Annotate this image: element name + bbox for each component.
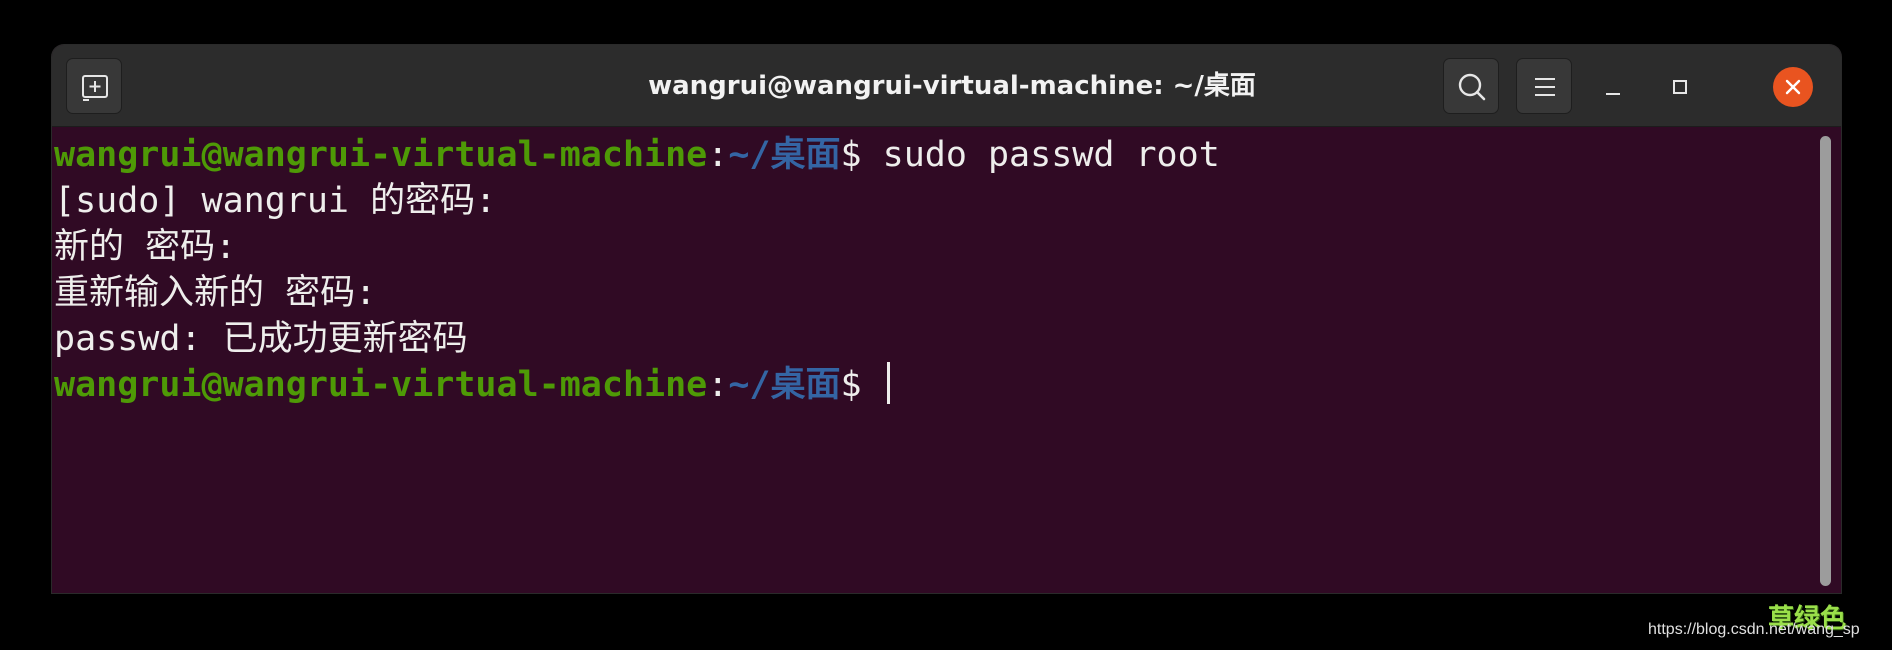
prompt-symbol: $ [840,365,883,405]
close-icon [1773,67,1813,107]
output-line: 重新输入新的 密码: [54,273,377,313]
watermark-url: https://blog.csdn.net/wang_sp [1648,621,1860,638]
prompt-user: wangrui@wangrui-virtual-machine [54,365,708,405]
prompt-line: wangrui@wangrui-virtual-machine:~/桌面$ su… [54,132,1220,178]
maximize-button[interactable] [1660,67,1700,107]
output-line: [sudo] wangrui 的密码: [54,181,497,221]
terminal-window: wangrui@wangrui-virtual-machine: ~/桌面 wa… [52,45,1841,593]
command-text: sudo passwd root [882,135,1220,175]
search-icon [1458,73,1486,101]
output-line: 新的 密码: [54,227,237,267]
output-line: passwd: 已成功更新密码 [54,319,468,359]
minimize-button[interactable] [1593,67,1633,107]
prompt-line: wangrui@wangrui-virtual-machine:~/桌面$ [54,362,890,408]
hamburger-menu-icon [1535,78,1555,96]
prompt-symbol: $ [840,135,883,175]
search-button[interactable] [1443,58,1499,114]
maximize-icon [1673,80,1687,94]
prompt-colon: : [707,135,729,175]
window-title: wangrui@wangrui-virtual-machine: ~/桌面 [648,71,1256,101]
prompt-colon: : [707,365,729,405]
terminal-output[interactable]: wangrui@wangrui-virtual-machine:~/桌面$ su… [54,132,1804,592]
close-button[interactable] [1773,67,1813,107]
prompt-path: ~/桌面 [728,365,841,405]
minimize-icon [1606,93,1620,95]
title-bar: wangrui@wangrui-virtual-machine: ~/桌面 [52,45,1841,127]
menu-button[interactable] [1516,58,1572,114]
scrollbar[interactable] [1820,136,1831,586]
new-tab-icon [82,75,108,101]
prompt-path: ~/桌面 [728,135,841,175]
prompt-user: wangrui@wangrui-virtual-machine [54,135,708,175]
text-cursor [886,362,890,404]
new-tab-button[interactable] [66,58,122,114]
